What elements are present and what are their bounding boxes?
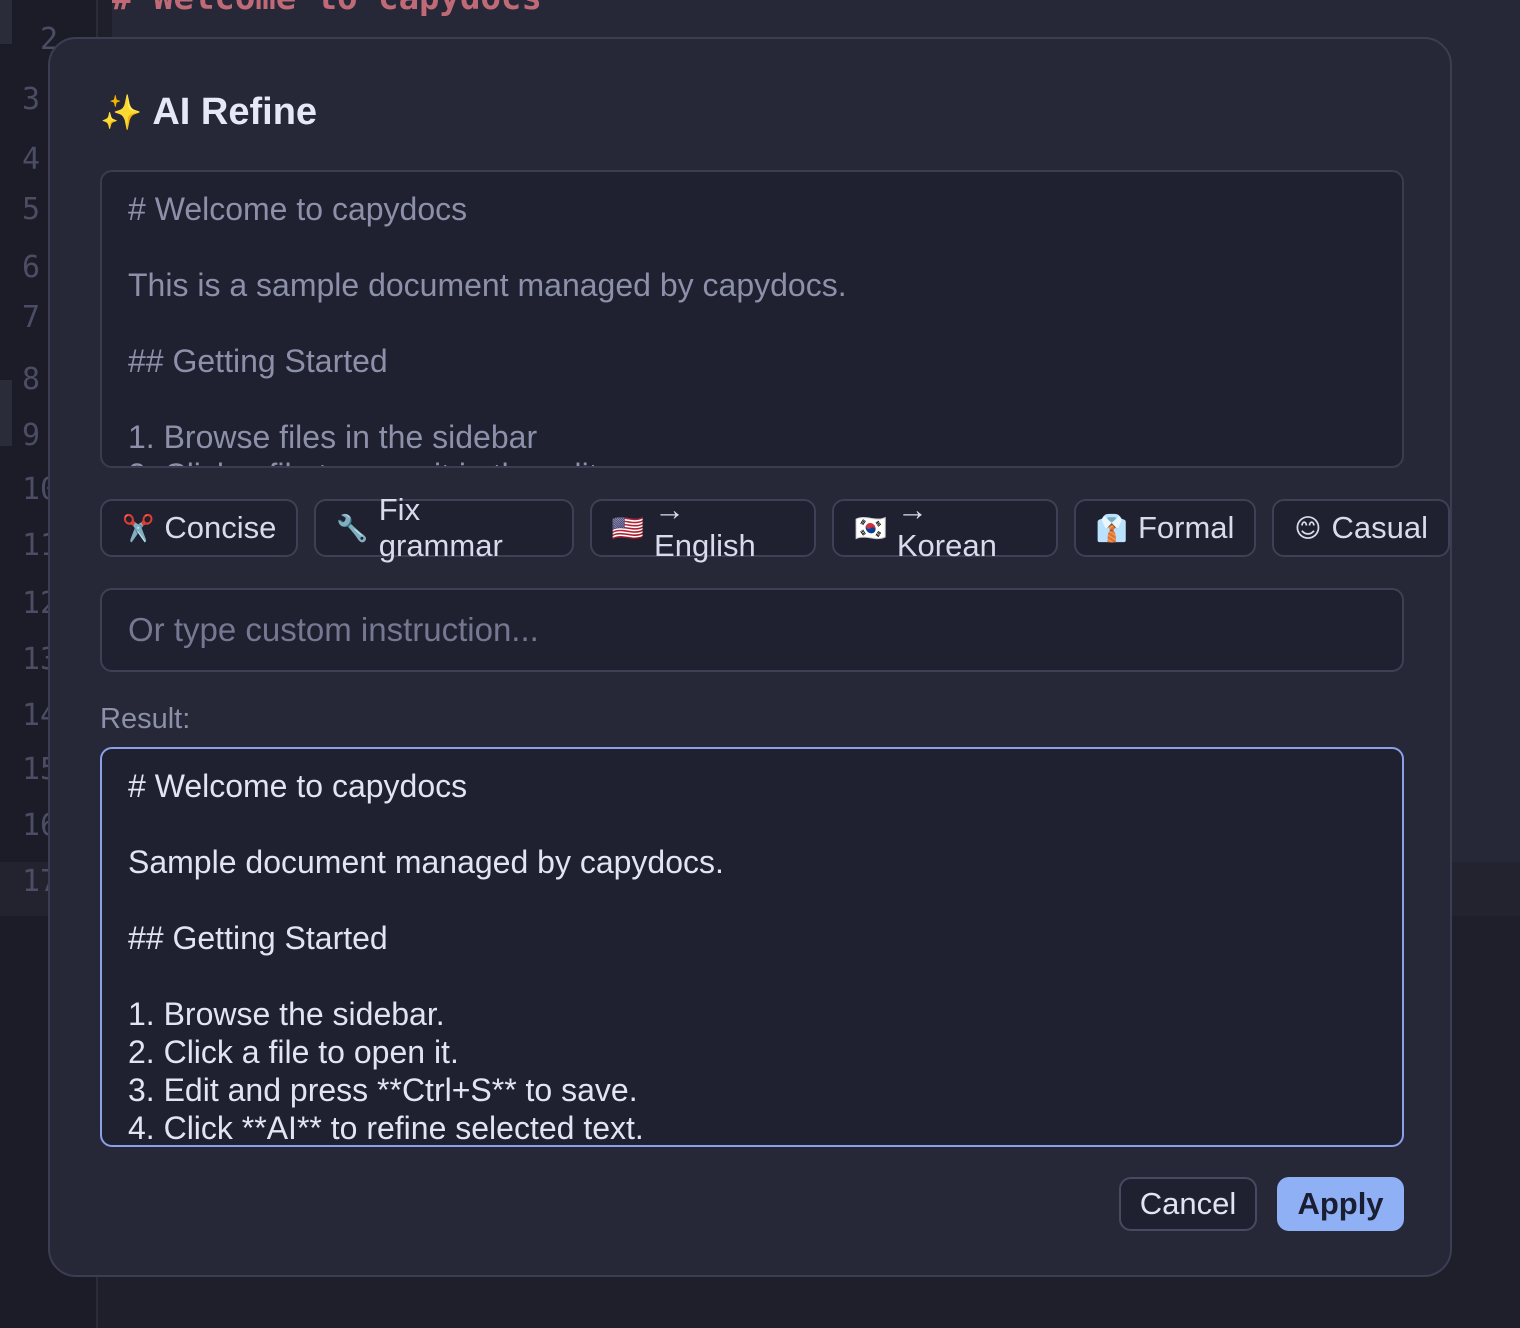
smile-icon: 😊 (1294, 513, 1322, 543)
necktie-icon: 👔 (1095, 513, 1128, 543)
dialog-title: AI Refine (152, 91, 318, 133)
ai-refine-dialog: ✨ AI Refine # Welcome to capydocs This i… (48, 37, 1452, 1277)
source-text-area[interactable]: # Welcome to capydocs This is a sample d… (100, 170, 1404, 468)
scissors-icon: ✂️ (122, 513, 155, 543)
result-label: Result: (100, 703, 191, 735)
chip-label: Casual (1331, 510, 1429, 545)
sparkles-icon: ✨ (100, 93, 143, 132)
korea-flag-icon: 🇰🇷 (854, 513, 887, 543)
chip-casual[interactable]: 😊 Casual (1272, 499, 1450, 557)
source-text: # Welcome to capydocs This is a sample d… (128, 191, 847, 466)
code-line: # Welcome to capydocs (112, 0, 542, 18)
gutter-marker (0, 0, 12, 44)
chip-english[interactable]: 🇺🇸 → English (589, 492, 817, 563)
us-flag-icon: 🇺🇸 (611, 513, 645, 543)
dialog-header: ✨ AI Refine (100, 91, 317, 134)
apply-button[interactable]: Apply (1277, 1177, 1404, 1231)
custom-instruction-input[interactable] (100, 588, 1404, 672)
wrench-icon: 🔧 (336, 513, 369, 543)
chip-fix-grammar[interactable]: 🔧 Fix grammar (314, 492, 574, 563)
gutter-marker (0, 380, 12, 446)
chip-korean[interactable]: 🇰🇷 → Korean (832, 492, 1058, 563)
cancel-button[interactable]: Cancel (1119, 1177, 1257, 1231)
chip-label: → Korean (896, 492, 997, 563)
chip-label: Concise (164, 510, 277, 545)
chip-concise[interactable]: ✂️ Concise (100, 499, 299, 557)
result-text-area[interactable]: # Welcome to capydocs Sample document ma… (100, 747, 1404, 1147)
chip-label: Formal (1137, 510, 1235, 545)
preset-chips: ✂️ Concise 🔧 Fix grammar 🇺🇸 → English 🇰🇷 → Kore… (100, 492, 1450, 563)
result-text: # Welcome to capydocs Sample document ma… (128, 768, 724, 1146)
chip-formal[interactable]: 👔 Formal (1073, 499, 1257, 557)
chip-label: Fix grammar (378, 492, 503, 563)
chip-label: → English (654, 492, 756, 563)
